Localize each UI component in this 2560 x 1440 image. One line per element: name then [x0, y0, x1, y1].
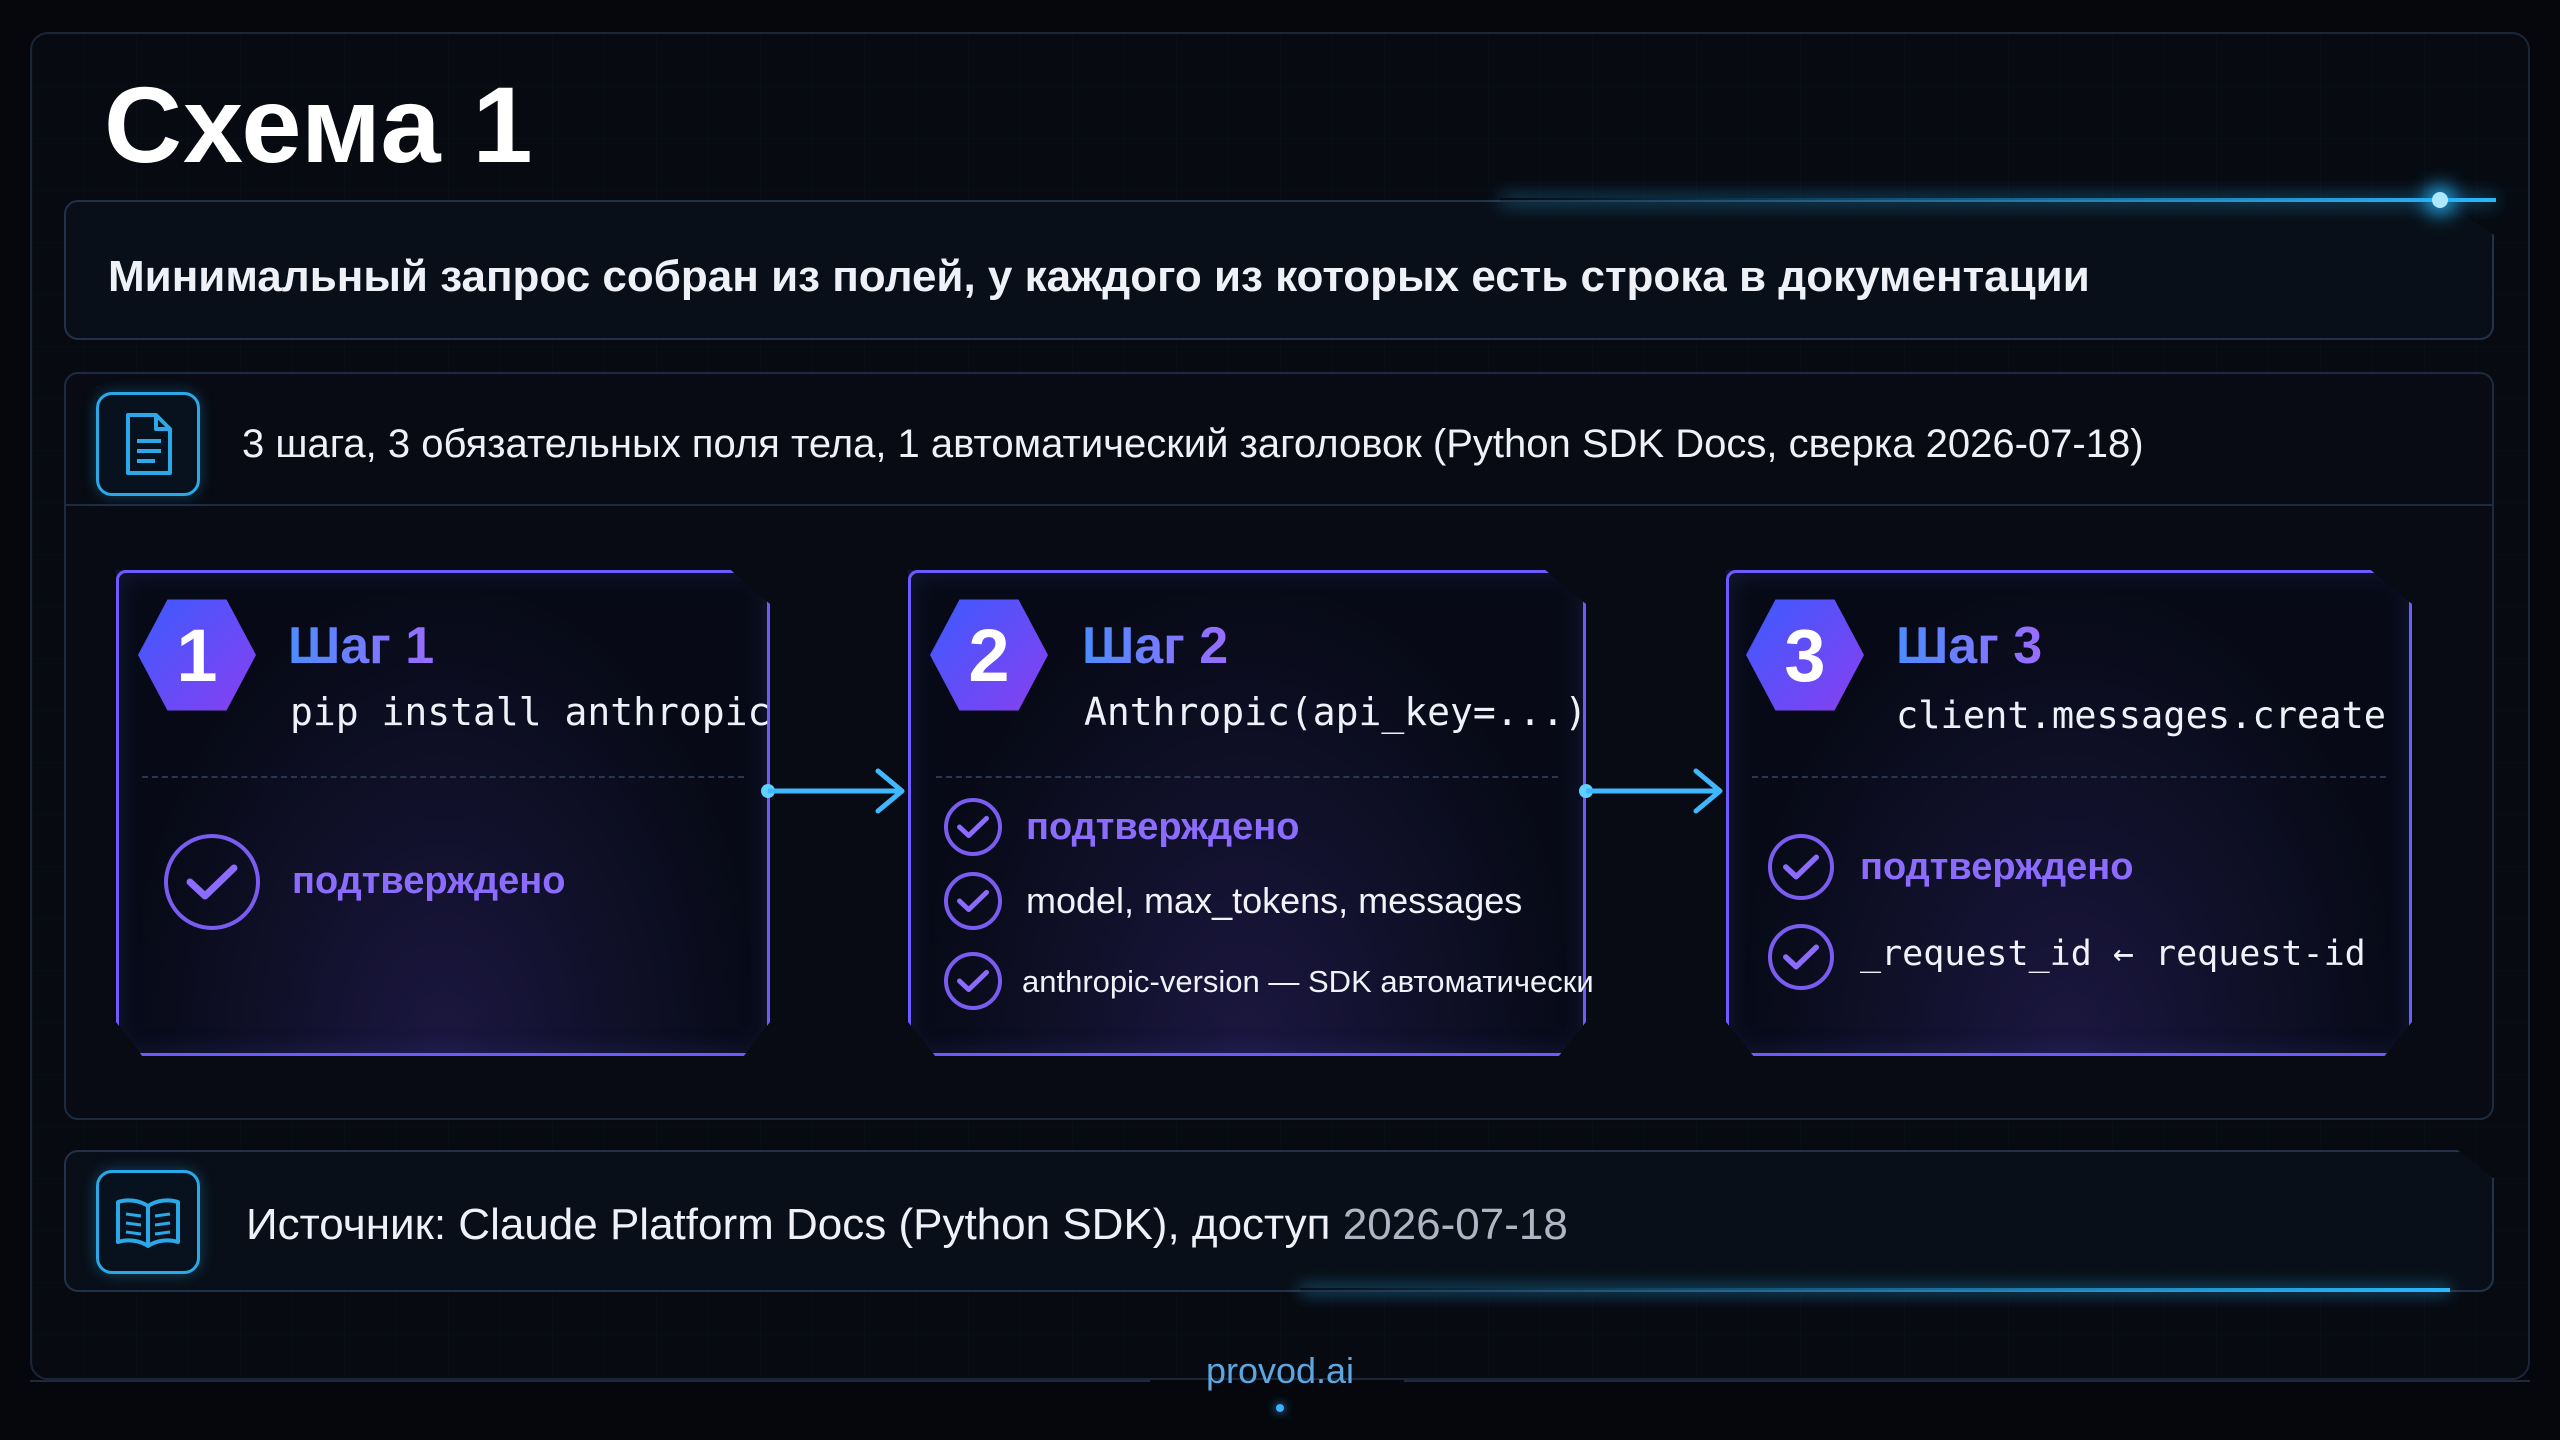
- step-command: client.messages.create: [1896, 694, 2387, 737]
- document-icon: [96, 392, 200, 496]
- check-circle-icon: [1768, 834, 1834, 900]
- check-label: _request_id ← request-id: [1860, 934, 2366, 974]
- card-divider: [142, 776, 744, 778]
- arrow-right-icon: [1579, 768, 1723, 814]
- step-label: Шаг 2: [1082, 617, 1229, 675]
- check-label: подтверждено: [292, 860, 566, 902]
- page-title: Схема 1: [104, 64, 534, 185]
- check-circle-icon: [944, 872, 1002, 930]
- card-divider: [1752, 776, 2386, 778]
- lead-text: Минимальный запрос собран из полей, у ка…: [108, 252, 2090, 301]
- step-command: Anthropic(api_key=...): [1084, 690, 1588, 734]
- footer-dot: [1276, 1404, 1284, 1412]
- check-label: model, max_tokens, messages: [1026, 880, 1523, 921]
- summary-text: 3 шага, 3 обязательных поля тела, 1 авто…: [242, 422, 2144, 466]
- step-command: pip install anthropic: [290, 690, 771, 734]
- card-divider: [936, 776, 1558, 778]
- arrow-right-icon: [761, 768, 905, 814]
- step-label: Шаг 1: [288, 617, 435, 675]
- check-circle-icon: [944, 952, 1002, 1010]
- lead-glow-line: [1500, 198, 2496, 202]
- source-glow-line: [1300, 1288, 2450, 1292]
- check-label: подтверждено: [1026, 806, 1300, 848]
- source-text: Источник: Claude Platform Docs (Python S…: [246, 1200, 1568, 1250]
- step-label: Шаг 3: [1896, 617, 2043, 675]
- footer-brand: provod.ai: [1205, 1350, 1355, 1391]
- check-circle-icon: [1768, 924, 1834, 990]
- check-circle-icon: [944, 798, 1002, 856]
- source-date: 2026-07-18: [1342, 1200, 1568, 1249]
- book-icon: [96, 1170, 200, 1274]
- check-label: anthropic-version — SDK автоматически: [1022, 964, 1594, 999]
- check-label: подтверждено: [1860, 846, 2134, 888]
- check-circle-icon: [164, 834, 260, 930]
- lead-glow-dot: [2432, 192, 2448, 208]
- source-prefix: Источник: Claude Platform Docs (Python S…: [246, 1200, 1343, 1249]
